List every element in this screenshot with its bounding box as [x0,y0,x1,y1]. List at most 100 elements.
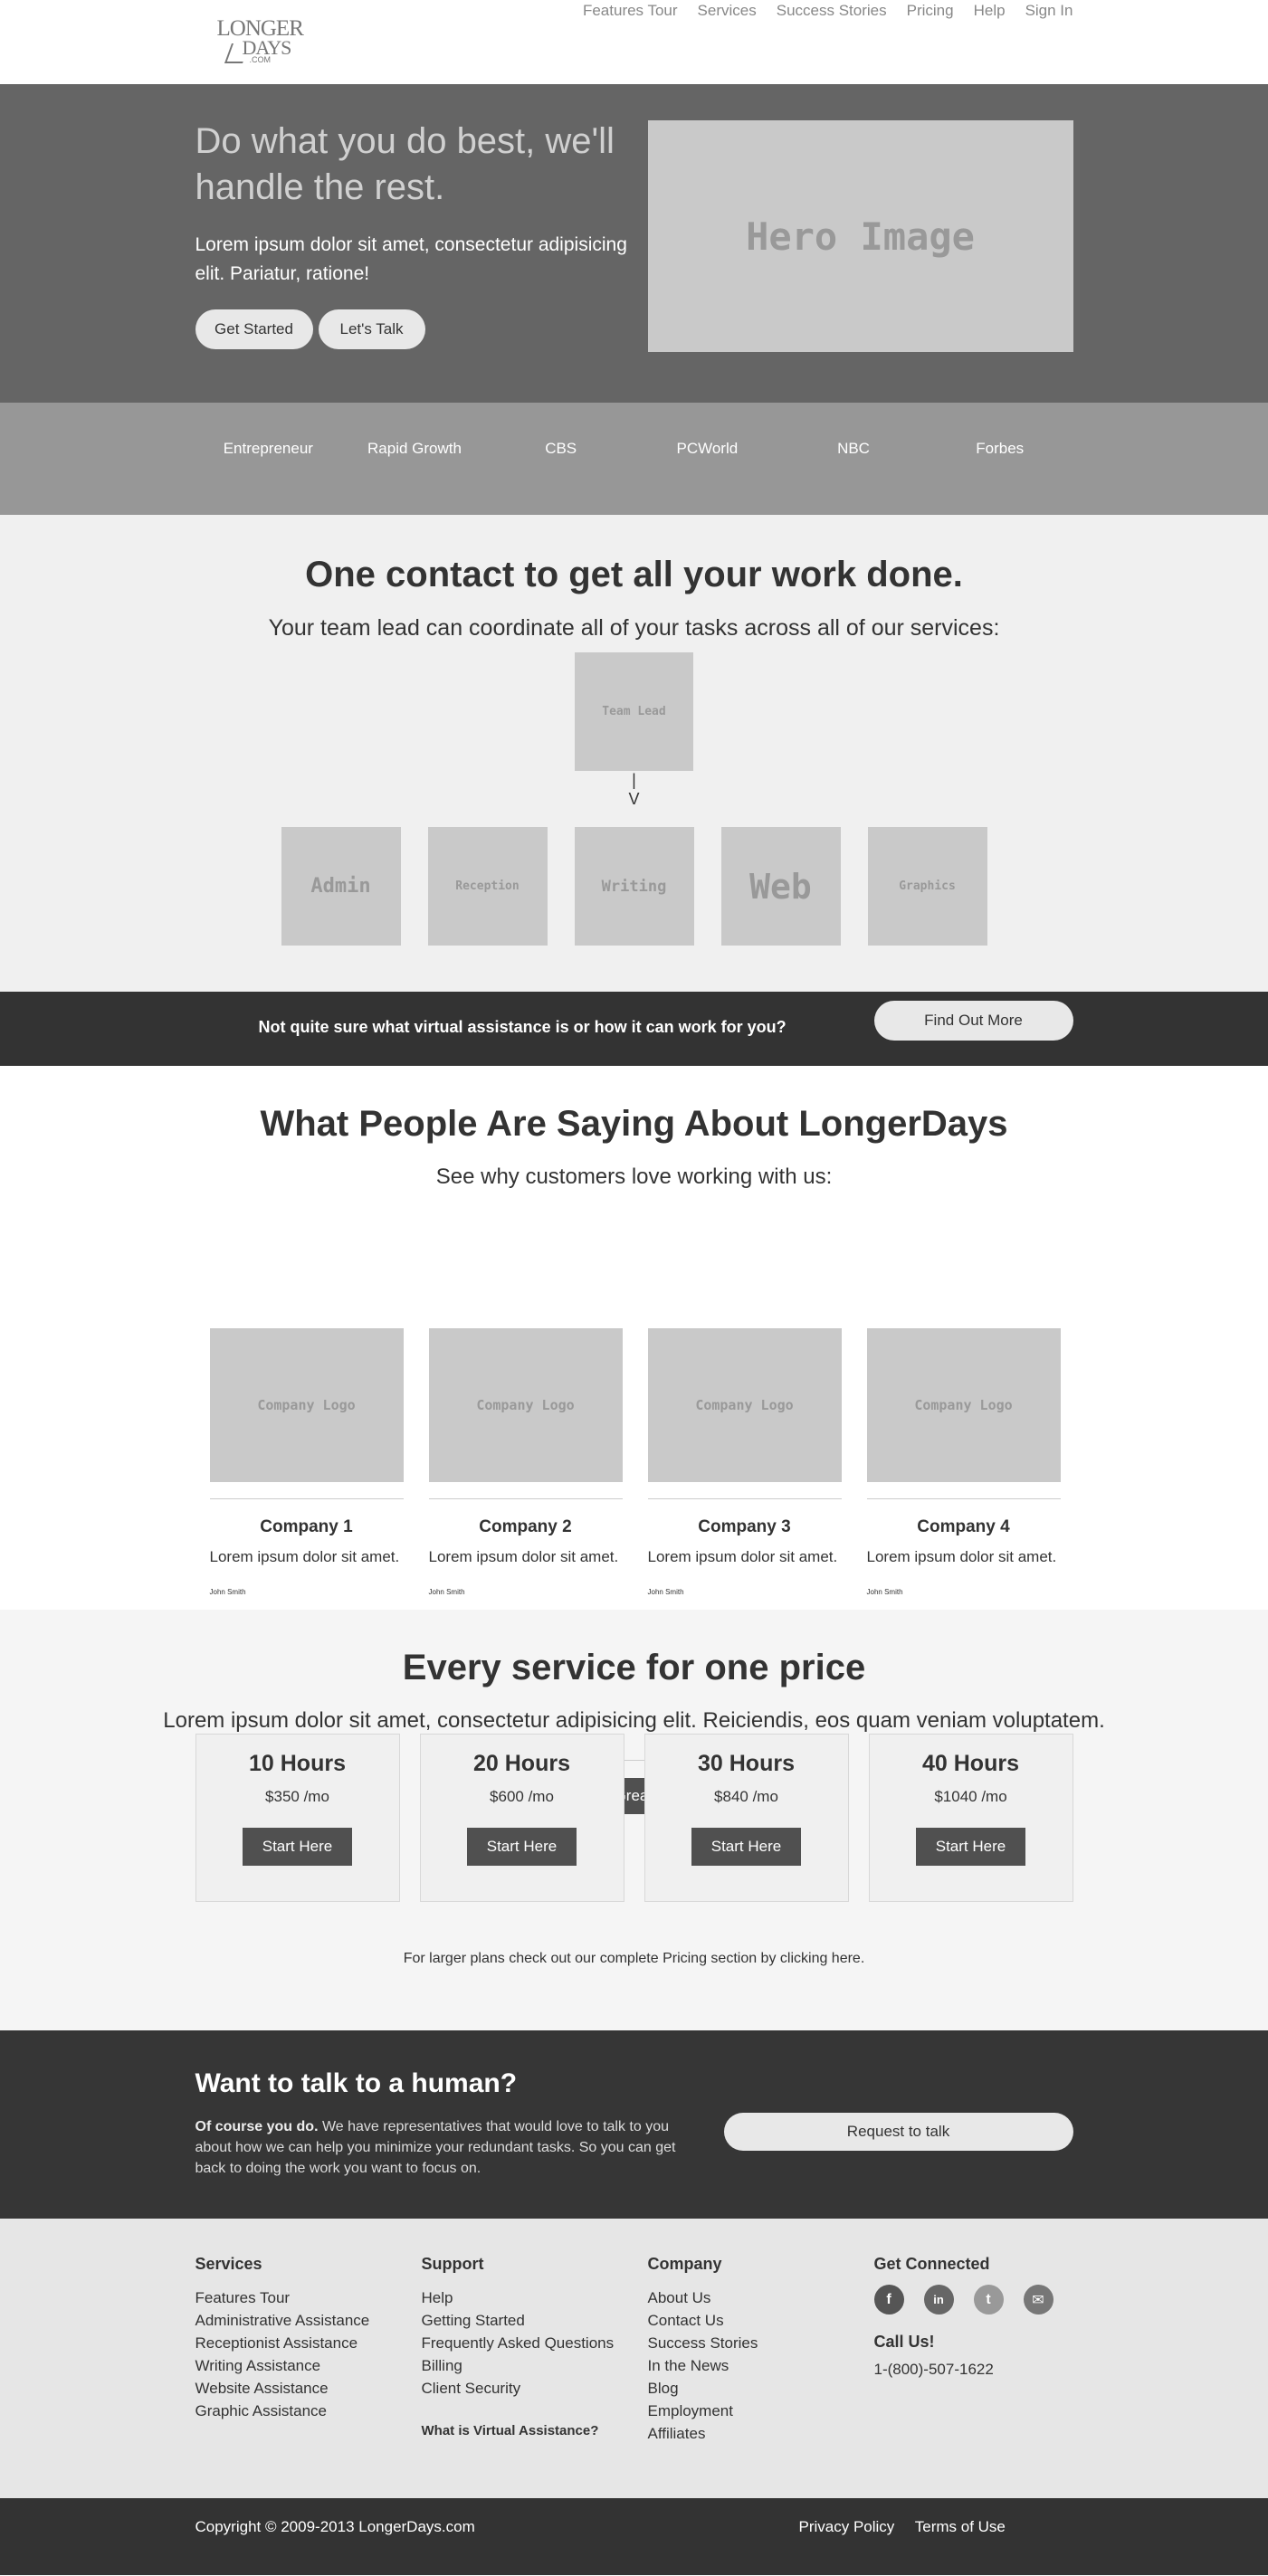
testimonial-card: Company Logo Company 2 Lorem ipsum dolor… [428,1328,623,1596]
nav-pricing[interactable]: Pricing [907,2,954,20]
plan-card: 10 Hours $350 /mo Start Here [195,1734,400,1902]
footer-link[interactable]: Employment [648,2400,856,2422]
pricing-note[interactable]: For larger plans check out our complete … [195,1951,1073,1967]
start-here-button[interactable]: Start Here [467,1828,577,1866]
main-nav: Features Tour Services Success Stories P… [563,2,1073,20]
testimonial-author: John Smith [647,1588,684,1596]
footer-link[interactable]: Help [422,2286,630,2309]
testimonial-card: Company Logo Company 1 Lorem ipsum dolor… [209,1328,404,1596]
plan-hours: 10 Hours [249,1751,346,1776]
legal-links: Privacy Policy Terms of Use [799,2518,1022,2536]
company-name: Company 4 [917,1517,1010,1536]
nav-features-tour[interactable]: Features Tour [583,2,678,20]
footer-link[interactable]: Writing Assistance [195,2354,404,2377]
footer-link[interactable]: Graphic Assistance [195,2400,404,2422]
footer-link[interactable]: Website Assistance [195,2377,404,2400]
footer-link[interactable]: Frequently Asked Questions [422,2332,630,2354]
nav-sign-in[interactable]: Sign In [1025,2,1073,20]
service-graphics-image: Graphics [867,827,987,946]
divider [428,1498,623,1499]
pricing-title: Every service for one price [402,1648,866,1687]
divider [866,1498,1061,1499]
footer-support-title: Support [421,2255,484,2273]
linkedin-icon[interactable]: in [923,2285,954,2315]
testimonial-author: John Smith [209,1588,246,1596]
arrow-head: V [628,790,640,808]
facebook-icon[interactable]: f [873,2285,904,2315]
company-name: Company 1 [260,1517,353,1536]
plan-card: 30 Hours $840 /mo Start Here [644,1734,849,1902]
footer-services: Services Features Tour Administrative As… [195,2255,404,2422]
press-pcworld: PCWorld [676,440,739,457]
logo[interactable]: LONGER DAYS .COM [217,16,304,67]
plan-price: $1040 /mo [934,1788,1007,1805]
company-logo-image: Company Logo [647,1328,842,1482]
press-forbes: Forbes [976,440,1025,457]
start-here-button[interactable]: Start Here [916,1828,1025,1866]
plan-card: 20 Hours $600 /mo Start Here [419,1734,624,1902]
talk-section: Want to talk to a human? Of course you d… [0,2030,1268,2219]
testimonial-author: John Smith [866,1588,903,1596]
nav-services[interactable]: Services [698,2,757,20]
footer-link[interactable]: Affiliates [648,2422,856,2445]
footer-link[interactable]: Success Stories [648,2332,856,2354]
lets-talk-button[interactable]: Let's Talk [318,309,425,349]
services-row: Admin Reception Writing Web Graphics [0,827,1268,946]
company-name: Company 2 [479,1517,572,1536]
logo-line3: .COM [249,55,272,64]
footer-link[interactable]: Contact Us [648,2309,856,2332]
bottom-bar: Copyright © 2009-2013 LongerDays.com Pri… [0,2498,1268,2575]
request-to-talk-button[interactable]: Request to talk [723,2113,1073,2151]
nav-help[interactable]: Help [974,2,1006,20]
team-lead-image: Team Lead [575,652,693,771]
twitter-icon[interactable]: t [973,2285,1004,2315]
service-reception-image: Reception [427,827,548,946]
testimonial-author: John Smith [428,1588,465,1596]
start-here-button[interactable]: Start Here [243,1828,352,1866]
plan-hours: 20 Hours [473,1751,570,1776]
footer-link[interactable]: Blog [648,2377,856,2400]
phone-number[interactable]: 1-(800)-507-1622 [874,2361,1082,2379]
divider [209,1498,404,1499]
terms-of-use-link[interactable]: Terms of Use [915,2518,1006,2535]
testimonials-section: What People Are Saying About LongerDays … [0,1066,1268,1814]
pricing-section: Every service for one price Lorem ipsum … [0,1610,1268,2030]
press-bar: Entrepreneur Rapid Growth CBS PCWorld NB… [0,403,1268,515]
footer-link[interactable]: In the News [648,2354,856,2377]
testimonial-text: Lorem ipsum dolor sit amet. [647,1548,838,1565]
company-logo-image: Company Logo [428,1328,623,1482]
footer-link[interactable]: Billing [422,2354,630,2377]
footer-link[interactable]: Receptionist Assistance [195,2332,404,2354]
copyright: Copyright © 2009-2013 LongerDays.com [195,2518,475,2535]
footer-link[interactable]: Administrative Assistance [195,2309,404,2332]
footer-link[interactable]: About Us [648,2286,856,2309]
plan-card: 40 Hours $1040 /mo Start Here [868,1734,1073,1902]
footer-services-title: Services [195,2255,262,2273]
press-nbc: NBC [837,440,870,457]
find-out-more-button[interactable]: Find Out More [873,1001,1073,1041]
contact-subtitle: Your team lead can coordinate all of you… [268,615,1000,641]
talk-lead: Of course you do. [195,2119,319,2134]
press-cbs: CBS [545,440,577,457]
footer-link[interactable]: Client Security [422,2377,630,2400]
email-icon[interactable]: ✉ [1023,2285,1053,2315]
service-admin-image: Admin [281,827,401,946]
hero-section: Do what you do best, we'll handle the re… [0,84,1268,403]
call-us-title: Call Us! [873,2333,935,2351]
company-logo-image: Company Logo [209,1328,404,1482]
testimonial-text: Lorem ipsum dolor sit amet. [428,1548,619,1565]
get-started-button[interactable]: Get Started [195,309,313,349]
footer-link[interactable]: Getting Started [422,2309,630,2332]
contact-section: One contact to get all your work done. Y… [0,515,1268,992]
footer-company: Company About Us Contact Us Success Stor… [648,2255,856,2445]
talk-title: Want to talk to a human? [195,2068,518,2098]
testimonial-card: Company Logo Company 4 Lorem ipsum dolor… [866,1328,1061,1596]
press-rapid-growth: Rapid Growth [367,440,462,457]
nav-success-stories[interactable]: Success Stories [777,2,887,20]
footer-link[interactable]: Features Tour [195,2286,404,2309]
talk-text: Of course you do. We have representative… [195,2116,702,2179]
what-is-va-link[interactable]: What is Virtual Assistance? [422,2419,630,2442]
privacy-policy-link[interactable]: Privacy Policy [799,2518,895,2535]
start-here-button[interactable]: Start Here [691,1828,801,1866]
footer-company-title: Company [647,2255,722,2273]
